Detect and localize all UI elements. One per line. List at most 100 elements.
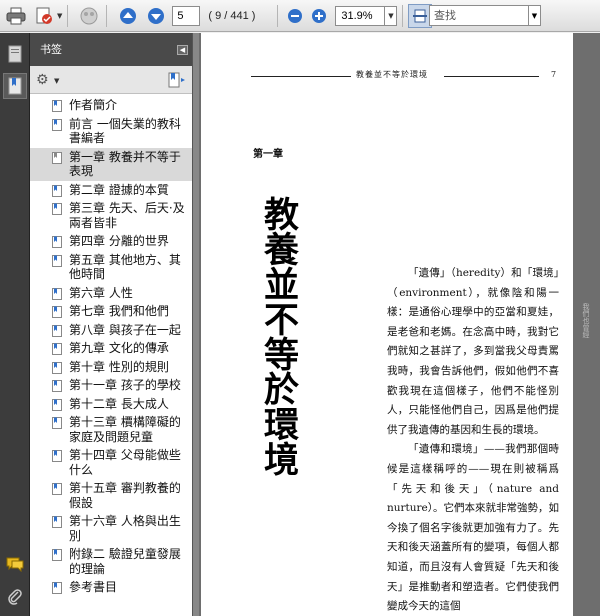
margin-note: 我們也曾經: [582, 303, 590, 338]
pages-icon: [8, 45, 22, 63]
chevron-down-icon: ▼: [388, 11, 394, 20]
toolbar-separator: [402, 4, 404, 27]
bookmark-item[interactable]: 第十四章 父母能做些什么: [30, 446, 192, 479]
bookmark-label: 第十一章 孩子的學校: [69, 378, 181, 392]
attachments-button[interactable]: [3, 583, 27, 609]
bookmark-icon: [52, 450, 62, 462]
bookmark-item[interactable]: 第一章 教養并不等于表現: [30, 147, 192, 181]
bookmark-label: 第九章 文化的傳承: [69, 341, 169, 355]
bookmark-icon: [52, 254, 62, 267]
bookmark-item[interactable]: 第十一章 孩子的學校: [30, 376, 192, 395]
page-number-input[interactable]: 5: [172, 5, 201, 26]
next-page-button[interactable]: [144, 4, 168, 28]
bookmark-label: 第八章 與孩子在一起: [69, 322, 181, 337]
bookmark-icon: [52, 380, 62, 392]
bookmark-item[interactable]: 前言 一個失業的教科書編者: [30, 115, 192, 148]
chevron-down-icon: ▼: [531, 11, 538, 20]
bookmark-icon: [52, 398, 62, 411]
bookmark-label: 第十三章 檟構障礙的家庭及問題兒童: [69, 415, 181, 444]
bookmark-label: 第十五章 審判教養的假設: [69, 481, 181, 510]
arrow-up-icon: [120, 7, 137, 24]
bookmark-label: 第三章 先天、后天·及兩者皆非: [69, 201, 185, 230]
search-input[interactable]: 查找: [429, 5, 529, 26]
bookmark-item[interactable]: 第九章 文化的傳承: [30, 339, 192, 358]
bookmark-label: 第六章 人性: [69, 285, 133, 300]
bookmark-icon: [52, 361, 62, 374]
search-dropdown[interactable]: ▼: [529, 5, 541, 26]
bookmark-label: 第四章 分離的世界: [69, 234, 169, 248]
zoom-in-button[interactable]: [307, 4, 331, 28]
bookmarks-panel-title: 书签: [40, 43, 62, 56]
bookmark-label: 第十四章 父母能做些什么: [69, 448, 181, 477]
bookmark-item[interactable]: 附錄二 驗證兒童發展的理論: [30, 545, 192, 578]
collapse-panel-button[interactable]: ◀: [177, 45, 188, 55]
page-count: ( 9 / 441 ): [208, 9, 256, 22]
collaborate-button[interactable]: [77, 4, 101, 28]
gear-icon[interactable]: ⚙: [36, 72, 49, 88]
bookmark-item[interactable]: 第八章 與孩子在一起: [30, 321, 192, 340]
bookmark-icon: [52, 483, 62, 495]
body-text: 「遺傳」（heredity）和「環境」（environment），就像陰和陽一樣…: [387, 264, 559, 616]
zoom-out-button[interactable]: [283, 4, 307, 28]
bookmark-label: 第七章 我們和他們: [69, 304, 169, 318]
bookmark-label: 附錄二 驗證兒童發展的理論: [69, 547, 181, 576]
toolbar-separator: [67, 4, 69, 27]
bookmark-options-icon[interactable]: [168, 72, 186, 88]
toolbar-separator: [106, 4, 108, 27]
bookmarks-panel-button[interactable]: [3, 73, 27, 99]
create-pdf-icon: [36, 7, 52, 24]
printer-icon: [6, 7, 26, 24]
paperclip-icon: [8, 589, 22, 605]
bookmarks-panel-header: 书签 ◀: [30, 33, 192, 66]
bookmark-label: 第十二章 長大成人: [69, 396, 169, 411]
bookmark-item[interactable]: 第五章 其他地方、其他時間: [30, 251, 192, 284]
bookmark-item[interactable]: 作者簡介: [30, 96, 192, 115]
bookmark-label: 第二章 證據的本質: [69, 182, 169, 197]
bookmark-icon: [52, 306, 62, 318]
comment-icon: [6, 557, 24, 572]
zoom-input[interactable]: 31.9%: [335, 5, 386, 26]
zoom-dropdown[interactable]: ▼: [385, 5, 398, 26]
toolbar-separator: [277, 4, 279, 27]
bookmark-label: 第一章 教養并不等于表現: [69, 149, 181, 179]
bookmark-icon: [52, 343, 62, 355]
bookmark-icon: [52, 324, 62, 337]
chevron-down-icon[interactable]: ▼: [54, 77, 59, 85]
zoom-out-icon: [288, 8, 303, 23]
document-viewport[interactable]: 教養並不等於環境 7 第一章 教養並不等於環境 「遺傳」（heredity）和「…: [199, 33, 600, 616]
pages-panel-button[interactable]: [3, 41, 27, 67]
bookmark-item[interactable]: 第七章 我們和他們: [30, 302, 192, 321]
bookmark-item[interactable]: 第二章 證據的本質: [30, 181, 192, 200]
zoom-in-icon: [312, 8, 327, 23]
header-rule: [251, 76, 351, 77]
chevron-down-icon[interactable]: ▼: [57, 12, 62, 20]
running-title: 教養並不等於環境: [356, 70, 428, 79]
previous-page-button[interactable]: [116, 4, 140, 28]
paragraph: 「遺傳」（heredity）和「環境」（environment），就像陰和陽一樣…: [387, 267, 559, 436]
bookmark-icon: [52, 100, 62, 112]
paragraph: 「遺傳和環境」——我們那個時候是這樣稱呼的——現在則被稱爲「先天和後天」（nat…: [387, 443, 560, 613]
bookmark-icon: [52, 582, 62, 594]
bookmark-item[interactable]: 參考書目: [30, 578, 192, 597]
chevron-left-icon: ◀: [179, 46, 186, 54]
bookmark-item[interactable]: 第三章 先天、后天·及兩者皆非: [30, 199, 192, 232]
bookmarks-panel: 书签 ◀ ⚙ ▼ 作者簡介 前言 一個失業的教科書編者 第一章 教養并不等于表現第二…: [30, 33, 193, 616]
print-button[interactable]: [4, 4, 28, 28]
bookmark-label: 第五章 其他地方、其他時間: [69, 252, 181, 282]
bookmark-item[interactable]: 第十三章 檟構障礙的家庭及問題兒童: [30, 413, 192, 446]
comments-button[interactable]: [3, 551, 27, 577]
chapter-label: 第一章: [253, 149, 283, 160]
bookmark-item[interactable]: 第四章 分離的世界: [30, 232, 192, 251]
bookmark-icon: [52, 236, 62, 248]
bookmark-icon: [52, 184, 62, 197]
navigation-rail: [0, 33, 30, 616]
bookmark-item[interactable]: 第十二章 長大成人: [30, 395, 192, 414]
bookmark-item[interactable]: 第六章 人性: [30, 284, 192, 303]
bookmark-icon: [52, 549, 62, 561]
bookmark-item[interactable]: 第十五章 審判教養的假設: [30, 479, 192, 512]
chapter-title: 教養並不等於環境: [258, 196, 299, 476]
bookmark-item[interactable]: 第十六章 人格與出生別: [30, 512, 192, 545]
bookmark-item[interactable]: 第十章 性別的規則: [30, 358, 192, 377]
create-pdf-button[interactable]: [32, 4, 56, 28]
toolbar: ▼ 5 ( 9 / 441 ) 31.9% ▼ 查找 ▼: [0, 0, 600, 32]
